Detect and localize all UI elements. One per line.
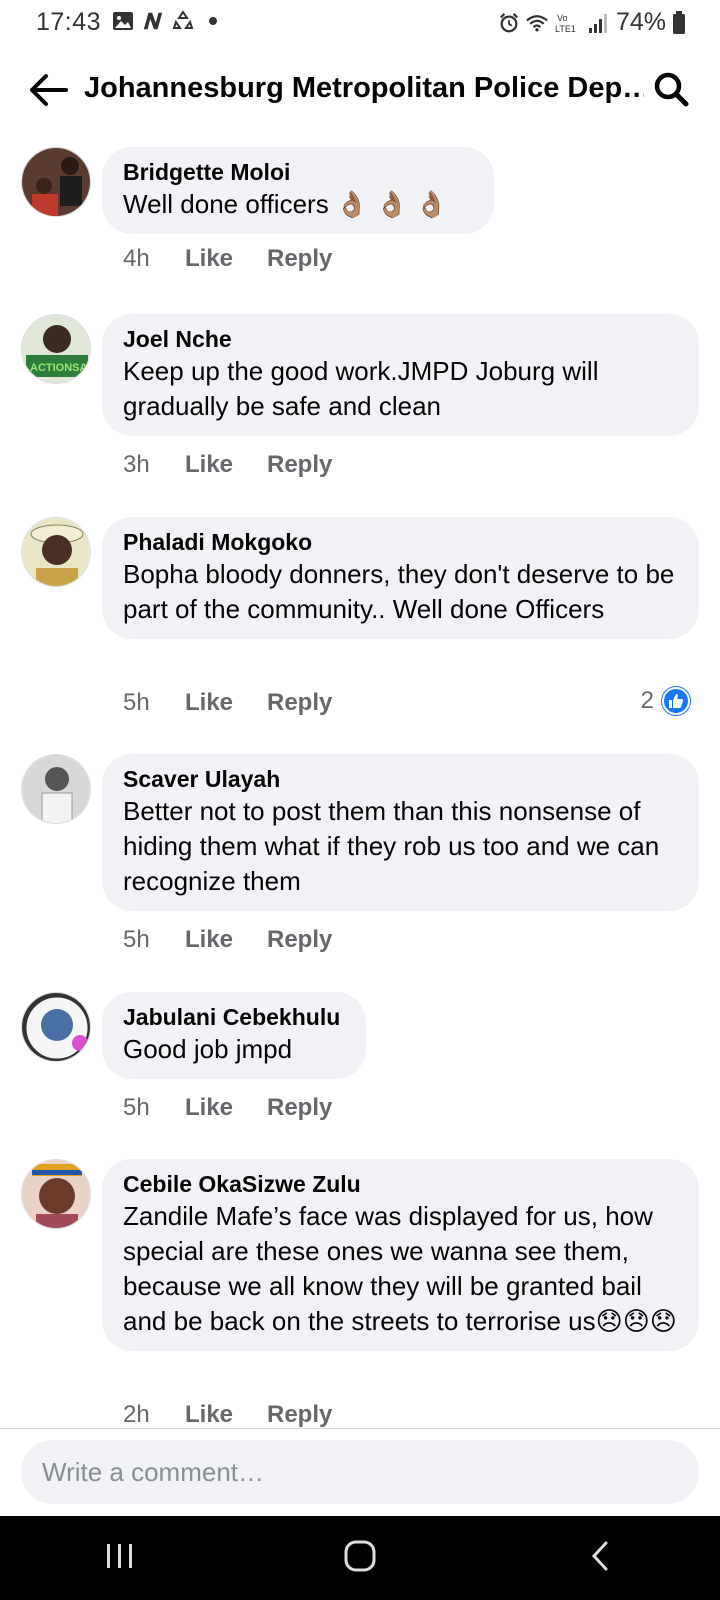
comment-time: 5h [123, 689, 150, 716]
comment-author[interactable]: Phaladi Mokgoko [123, 527, 677, 557]
status-left-icons [112, 10, 224, 32]
app-bar: Johannesburg Metropolitan Police Dep… [0, 56, 720, 126]
gallery-icon [112, 10, 134, 32]
wifi-icon [526, 12, 548, 34]
back-button[interactable] [26, 70, 70, 114]
battery-icon [672, 10, 686, 34]
comment-input[interactable] [42, 1456, 699, 1488]
recent-apps-button[interactable] [75, 1516, 165, 1600]
comment-time: 5h [123, 926, 150, 953]
svg-text:Vo: Vo [557, 13, 568, 23]
avatar[interactable] [21, 147, 91, 217]
comment-actions: 5h Like Reply [123, 926, 332, 954]
comment-time: 3h [123, 451, 150, 478]
comment-bubble[interactable]: Joel Nche Keep up the good work.JMPD Job… [102, 314, 699, 436]
chevron-left-icon [590, 1540, 610, 1577]
comment-author[interactable]: Bridgette Moloi [123, 157, 472, 187]
comment-author[interactable]: Joel Nche [123, 324, 677, 354]
comment-bubble[interactable]: Jabulani Cebekhulu Good job jmpd [102, 992, 366, 1079]
volte-icon: Vo LTE1 [554, 12, 582, 34]
avatar[interactable]: ACTIONSA [21, 314, 91, 384]
avatar[interactable] [21, 1159, 91, 1229]
reply-button[interactable]: Reply [267, 926, 332, 954]
comment-actions: 4h Like Reply [123, 245, 332, 273]
comment-text: Good job jmpd [123, 1034, 293, 1064]
reply-button[interactable]: Reply [267, 245, 332, 273]
comment-text: Zandile Mafe’s face was displayed for us… [123, 1201, 677, 1336]
dot-icon [202, 10, 224, 32]
comment-actions: 5h Like Reply [123, 689, 332, 717]
back-arrow-icon [28, 73, 68, 112]
svg-text:LTE1: LTE1 [555, 24, 576, 34]
comment-actions: 5h Like Reply [123, 1094, 332, 1122]
page-title: Johannesburg Metropolitan Police Dep… [84, 72, 644, 104]
comment-text: Bopha bloody donners, they don't deserve… [123, 559, 675, 624]
like-button[interactable]: Like [185, 926, 267, 954]
reply-button[interactable]: Reply [267, 689, 332, 717]
like-button[interactable]: Like [185, 689, 267, 717]
comment-bubble[interactable]: Scaver Ulayah Better not to post them th… [102, 754, 699, 911]
status-right-icons: Vo LTE1 74% [498, 8, 686, 37]
comment-time: 2h [123, 1401, 150, 1428]
signal-icon [588, 12, 610, 34]
comment-text: Better not to post them than this nonsen… [123, 796, 660, 896]
system-nav-bar [0, 1516, 720, 1600]
comment-bubble[interactable]: Bridgette Moloi Well done officers 👌🏽 👌🏽… [102, 147, 494, 234]
reply-button[interactable]: Reply [267, 1401, 332, 1429]
reply-button[interactable]: Reply [267, 451, 332, 479]
comment-time: 5h [123, 1094, 150, 1121]
reaction-count: 2 [640, 687, 654, 714]
recycle-icon [172, 10, 194, 32]
comment-bubble[interactable]: Cebile OkaSizwe Zulu Zandile Mafe’s face… [102, 1159, 699, 1351]
avatar[interactable] [21, 992, 91, 1062]
like-button[interactable]: Like [185, 245, 267, 273]
comment-author[interactable]: Scaver Ulayah [123, 764, 677, 794]
avatar[interactable] [21, 517, 91, 587]
like-button[interactable]: Like [185, 451, 267, 479]
thumbs-up-icon [662, 687, 690, 715]
comment-author[interactable]: Cebile OkaSizwe Zulu [123, 1169, 677, 1199]
like-button[interactable]: Like [185, 1401, 267, 1429]
comment-author[interactable]: Jabulani Cebekhulu [123, 1002, 344, 1032]
reply-button[interactable]: Reply [267, 1094, 332, 1122]
like-button[interactable]: Like [185, 1094, 267, 1122]
comment-bubble[interactable]: Phaladi Mokgoko Bopha bloody donners, th… [102, 517, 699, 639]
svg-text:ACTIONSA: ACTIONSA [30, 362, 88, 374]
alarm-icon [498, 12, 520, 34]
status-bar: 17:43 Vo LTE1 74% [0, 0, 720, 46]
home-icon [343, 1539, 377, 1578]
home-button[interactable] [315, 1516, 405, 1600]
back-nav-button[interactable] [555, 1516, 645, 1600]
comment-composer[interactable] [21, 1440, 699, 1504]
comment-text: Well done officers 👌🏽 👌🏽 👌🏽 [123, 189, 448, 219]
reaction-summary[interactable]: 2 [641, 687, 690, 715]
search-icon [652, 70, 690, 113]
status-time: 17:43 [36, 8, 102, 36]
search-button[interactable] [648, 68, 694, 114]
avatar[interactable] [21, 754, 91, 824]
comment-actions: 3h Like Reply [123, 451, 332, 479]
recent-apps-icon [105, 1542, 135, 1575]
battery-percentage: 74% [615, 8, 666, 36]
comment-time: 4h [123, 245, 150, 272]
comment-text: Keep up the good work.JMPD Joburg will g… [123, 356, 599, 421]
comment-actions: 2h Like Reply [123, 1401, 332, 1429]
composer-divider [0, 1428, 720, 1429]
n-icon [142, 10, 164, 32]
